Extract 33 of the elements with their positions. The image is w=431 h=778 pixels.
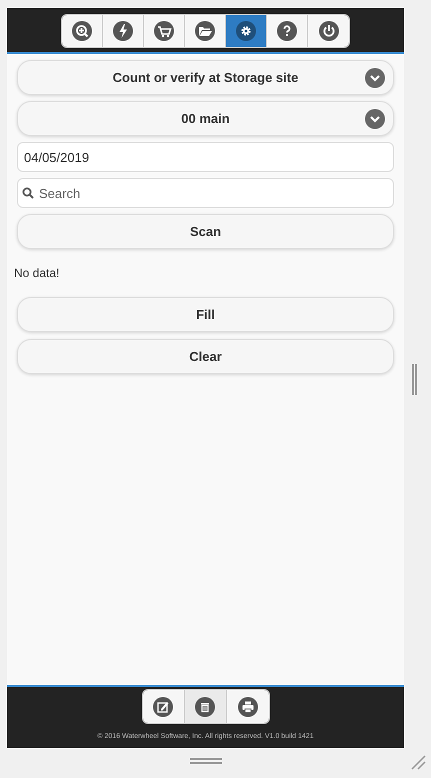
- drag-handle-icon[interactable]: [190, 758, 222, 764]
- scan-button[interactable]: Scan: [17, 214, 394, 249]
- cart-icon: [154, 21, 174, 41]
- delete-button[interactable]: [184, 690, 226, 723]
- gear-icon: [236, 21, 256, 41]
- magnifier-plus-icon: [72, 21, 92, 41]
- toolbar-tab[interactable]: [267, 15, 308, 47]
- action-button[interactable]: Fill: [17, 297, 394, 332]
- trash-icon: [195, 696, 215, 716]
- chevron-down-icon: [365, 68, 385, 88]
- toolbar-tab[interactable]: [185, 15, 226, 47]
- question-icon: [277, 21, 297, 41]
- chevron-down-icon: [365, 109, 385, 129]
- printer-icon: [238, 696, 258, 716]
- toolbar-tab[interactable]: [308, 15, 349, 47]
- date-field[interactable]: 04/05/2019: [17, 142, 394, 172]
- dropdown-select[interactable]: Count or verify at Storage site: [17, 60, 394, 95]
- folder-icon: [195, 21, 215, 41]
- edit-button[interactable]: [142, 690, 184, 723]
- action-button[interactable]: Clear: [17, 339, 394, 374]
- resize-grip-icon[interactable]: [412, 364, 417, 395]
- print-button[interactable]: [226, 690, 268, 723]
- search-field[interactable]: Search: [17, 178, 394, 208]
- status-message: No data!: [14, 265, 60, 282]
- lightning-icon: [113, 21, 133, 41]
- toolbar-tab[interactable]: [62, 15, 103, 47]
- power-icon: [318, 21, 338, 41]
- toolbar-tab[interactable]: [144, 15, 185, 47]
- toolbar-tab[interactable]: [103, 15, 144, 47]
- dropdown-select[interactable]: 00 main: [17, 101, 394, 136]
- toolbar-tab[interactable]: [226, 15, 267, 47]
- search-icon: [22, 187, 34, 199]
- pencil-icon: [153, 696, 173, 716]
